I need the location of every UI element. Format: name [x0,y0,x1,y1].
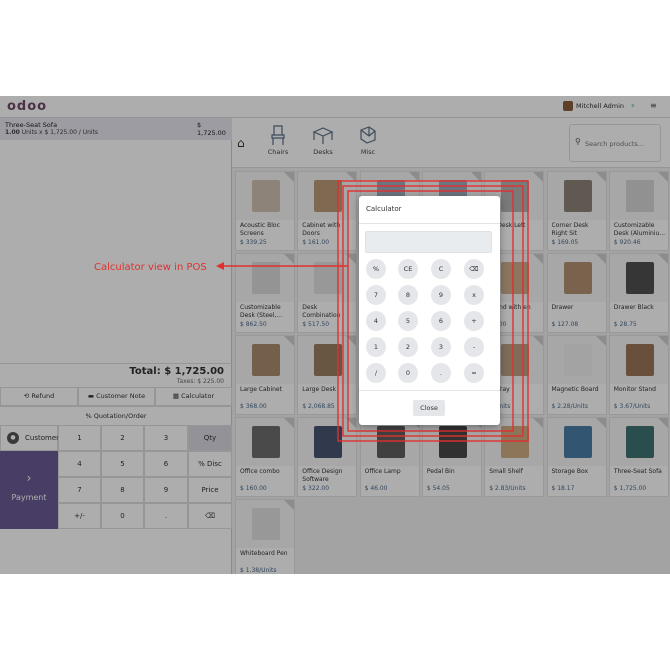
calculator-key[interactable]: 9 [431,285,451,305]
calculator-key[interactable]: 3 [431,337,451,357]
calculator-key[interactable]: - [464,337,484,357]
calculator-key[interactable]: % [366,259,386,279]
dialog-divider [359,223,500,224]
calculator-key[interactable]: 4 [366,311,386,331]
calculator-key[interactable]: C [431,259,451,279]
calculator-key[interactable]: ⌫ [464,259,484,279]
calculator-dialog: Calculator % CE C ⌫ 7 8 9 x 4 5 6 +1 2 3- / 0. = Close [359,196,500,425]
calculator-key[interactable]: CE [398,259,418,279]
calculator-key[interactable]: 0 [398,363,418,383]
calculator-key[interactable]: x [464,285,484,305]
calculator-key[interactable]: 1 [366,337,386,357]
calculator-key[interactable]: . [431,363,451,383]
calculator-key[interactable]: 7 [366,285,386,305]
annotation-highlight [216,180,529,442]
calculator-key[interactable]: 2 [398,337,418,357]
calculator-key[interactable]: 8 [398,285,418,305]
dialog-divider [359,390,500,391]
annotation-arrow-head [216,262,224,270]
calculator-display [365,231,492,253]
calculator-key[interactable]: / [366,363,386,383]
calculator-key[interactable]: 5 [398,311,418,331]
calculator-key[interactable]: 6 [431,311,451,331]
annotation-label: Calculator view in POS [94,262,207,273]
calculator-key[interactable]: = [464,363,484,383]
close-button[interactable]: Close [413,400,445,416]
calculator-key[interactable]: + [464,311,484,331]
calculator-title: Calculator [366,205,402,213]
